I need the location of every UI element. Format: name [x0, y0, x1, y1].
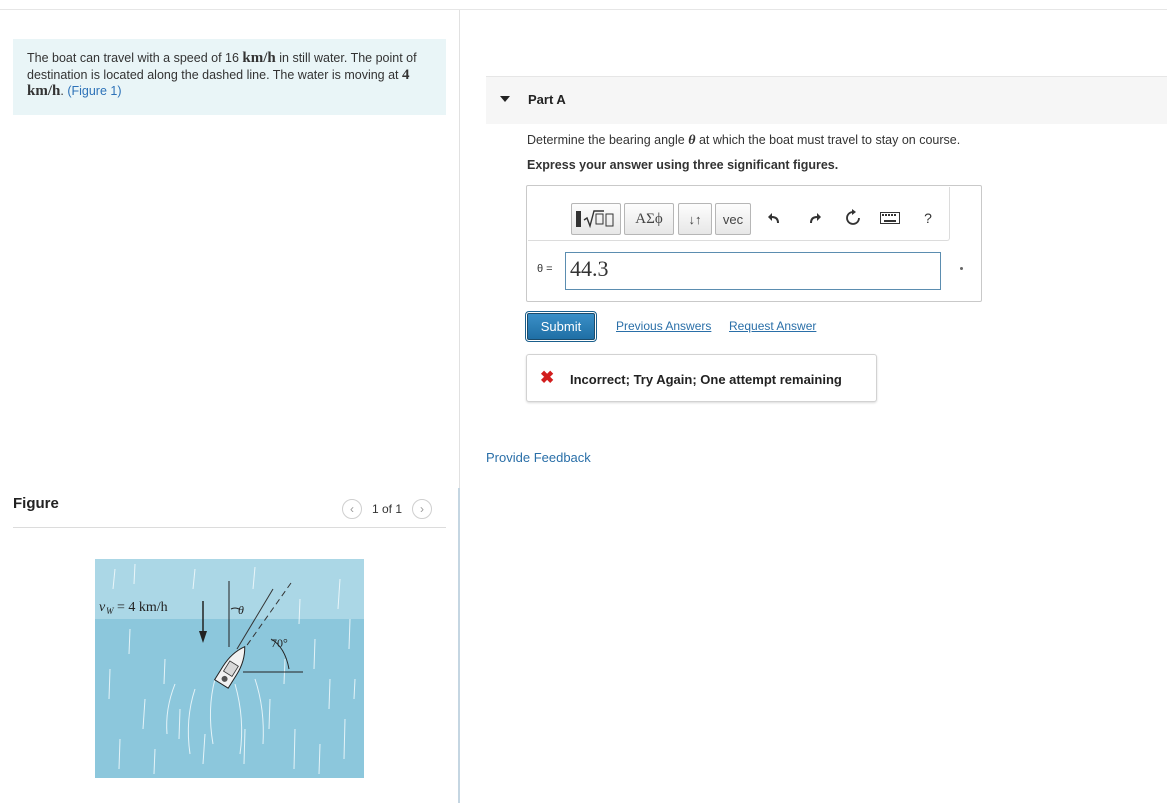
provide-feedback-link[interactable]: Provide Feedback [486, 450, 591, 465]
figure-page-indicator: 1 of 1 [372, 502, 403, 516]
problem-text-1: The boat can travel with a speed of 16 [27, 51, 243, 65]
reset-icon[interactable] [841, 206, 865, 230]
feedback-text: Incorrect; Try Again; One attempt remain… [570, 372, 842, 387]
svg-text:= 4 km/h: = 4 km/h [117, 600, 168, 615]
answer-label: θ = [537, 263, 553, 275]
answer-input[interactable]: 44.3 [565, 252, 941, 290]
math-toolbar: ΑΣϕ ↓↑ vec ? [528, 187, 950, 241]
angle-label: 70° [271, 636, 288, 650]
boat-diagram: v W = 4 km/h θ 70° [95, 559, 364, 778]
vec-button[interactable]: vec [715, 203, 751, 235]
template-sqrt-icon[interactable] [571, 203, 621, 235]
units-dot [960, 267, 963, 270]
x-icon: ✖ [540, 368, 555, 387]
chevron-left-icon[interactable]: ‹ [342, 499, 362, 519]
theta-label: θ [238, 603, 244, 617]
chevron-right-icon[interactable]: › [412, 499, 433, 519]
answer-box: ΑΣϕ ↓↑ vec ? θ = 44.3 [526, 185, 982, 302]
feedback-message: ✖ Incorrect; Try Again; One attempt rema… [526, 354, 877, 402]
part-a-header[interactable] [486, 76, 1167, 124]
question-pre: Determine the bearing angle [527, 133, 689, 147]
request-answer-link[interactable]: Request Answer [729, 319, 816, 333]
figure-link[interactable]: (Figure 1) [67, 84, 121, 98]
previous-answers-link[interactable]: Previous Answers [616, 319, 711, 333]
submit-button[interactable]: Submit [525, 311, 597, 342]
redo-icon[interactable] [802, 206, 826, 230]
speed-expression: km/h [242, 50, 276, 66]
question-text: Determine the bearing angle θ at which t… [527, 133, 960, 149]
top-border [0, 9, 1167, 10]
question-symbol: θ [688, 133, 696, 148]
help-button[interactable]: ? [916, 206, 940, 230]
undo-icon[interactable] [763, 206, 787, 230]
caret-down-icon[interactable] [500, 96, 510, 102]
pane-splitter[interactable] [458, 488, 460, 803]
svg-text:v: v [99, 600, 106, 615]
problem-statement: The boat can travel with a speed of 16 k… [13, 39, 446, 115]
part-a-title[interactable]: Part A [528, 92, 566, 107]
figure-pager: ‹ 1 of 1 › [342, 497, 433, 521]
keyboard-icon[interactable] [878, 206, 902, 230]
pane-divider [459, 10, 460, 488]
greek-symbols-button[interactable]: ΑΣϕ [624, 203, 674, 235]
arrows-button[interactable]: ↓↑ [678, 203, 712, 235]
instruction-text: Express your answer using three signific… [527, 158, 839, 172]
figure-rule [13, 527, 446, 528]
figure-title: Figure [13, 495, 59, 512]
question-post: at which the boat must travel to stay on… [695, 133, 961, 147]
